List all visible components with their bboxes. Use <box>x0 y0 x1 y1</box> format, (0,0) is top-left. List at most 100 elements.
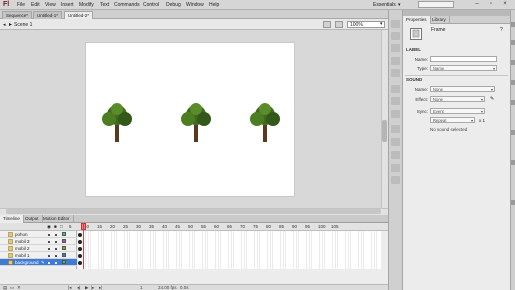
tab-untitled-1[interactable]: Untitled-1* <box>33 11 63 19</box>
edit-scene-icon[interactable] <box>323 21 331 28</box>
menu-help[interactable]: Help <box>209 2 219 8</box>
layer-color-swatch[interactable] <box>62 260 66 264</box>
edit-envelope-icon[interactable]: ✎ <box>490 96 494 102</box>
layer-color-swatch[interactable] <box>62 239 66 243</box>
panel-icon[interactable] <box>511 80 515 85</box>
first-frame-icon[interactable]: |◂ <box>68 285 71 290</box>
tab-untitled-2[interactable]: Untitled-2* <box>64 11 94 19</box>
zoom-dropdown-icon[interactable]: ▾ <box>380 21 383 27</box>
label-type-select[interactable]: Name ▾ <box>430 65 497 71</box>
panel-icon[interactable] <box>511 22 515 27</box>
repeat-count[interactable]: x 1 <box>479 118 485 123</box>
stage-vertical-scroll-thumb[interactable] <box>382 120 387 142</box>
tree-2[interactable] <box>179 101 213 143</box>
tool-icon[interactable] <box>391 32 400 40</box>
menu-file[interactable]: File <box>17 2 25 8</box>
frame-grid[interactable] <box>78 231 381 269</box>
tool-icon[interactable] <box>391 44 400 52</box>
tab-sequence[interactable]: Sequence* <box>2 11 33 19</box>
scene-name[interactable]: Scene 1 <box>14 22 32 28</box>
visibility-dot[interactable] <box>48 241 50 243</box>
menu-text[interactable]: Text <box>100 2 109 8</box>
effect-select[interactable]: None ▾ <box>430 96 485 102</box>
keyframe-pohon[interactable] <box>78 233 82 237</box>
stage-horizontal-scroll-thumb[interactable] <box>6 209 381 214</box>
keyframe-mobil-1[interactable] <box>78 254 82 258</box>
menu-edit[interactable]: Edit <box>31 2 40 8</box>
tab-motion-editor[interactable]: Motion Editor <box>40 215 74 223</box>
tool-icon[interactable] <box>391 164 400 172</box>
maximize-icon[interactable]: ▫ <box>485 1 497 8</box>
lock-icon[interactable]: ■ <box>54 224 57 229</box>
outline-icon[interactable]: □ <box>60 224 63 229</box>
minimize-icon[interactable]: – <box>471 1 483 8</box>
sync-select[interactable]: Event ▾ <box>430 108 485 114</box>
visibility-dot[interactable] <box>48 262 50 264</box>
tab-library[interactable]: Library <box>429 16 450 24</box>
tool-icon[interactable] <box>391 138 400 146</box>
layer-color-swatch[interactable] <box>62 253 66 257</box>
panel-icon[interactable] <box>511 60 515 65</box>
tool-icon[interactable] <box>391 110 400 118</box>
tool-icon[interactable] <box>391 125 400 133</box>
frame-name-input[interactable] <box>430 56 497 62</box>
last-frame-icon[interactable]: ▸| <box>99 285 102 290</box>
keyframe-background[interactable] <box>78 261 82 265</box>
stage-vertical-scrollbar[interactable] <box>381 30 388 208</box>
tool-icon[interactable] <box>391 20 400 28</box>
play-icon[interactable]: ▶ <box>85 285 88 290</box>
panel-icon[interactable] <box>511 160 515 165</box>
help-icon[interactable]: ? <box>500 27 503 33</box>
menu-view[interactable]: View <box>45 2 56 8</box>
tool-icon[interactable] <box>391 85 400 93</box>
layer-color-swatch[interactable] <box>62 232 66 236</box>
workspace-switcher[interactable]: Essentials <box>373 2 396 8</box>
workspace-dropdown-icon[interactable]: ▾ <box>398 2 401 8</box>
sound-name-select[interactable]: None ▾ <box>430 86 495 92</box>
menu-window[interactable]: Window <box>186 2 204 8</box>
section-sound-header[interactable]: SOUND <box>406 77 422 82</box>
layer-mobil-2[interactable]: mobil 2 <box>0 245 77 252</box>
keyframe-mobil-3[interactable] <box>78 240 82 244</box>
menu-control[interactable]: Control <box>143 2 159 8</box>
panel-icon[interactable] <box>511 40 515 45</box>
lock-dot[interactable] <box>55 248 57 250</box>
menu-modify[interactable]: Modify <box>79 2 94 8</box>
new-folder-icon[interactable]: ▭ <box>10 285 14 290</box>
tab-properties[interactable]: Properties <box>403 16 431 24</box>
tool-icon[interactable] <box>391 69 400 77</box>
back-arrow-icon[interactable]: ◂ <box>3 22 6 28</box>
repeat-select[interactable]: Repeat ▾ <box>430 117 475 123</box>
panel-icon[interactable] <box>511 100 515 105</box>
visibility-dot[interactable] <box>48 234 50 236</box>
visibility-dot[interactable] <box>48 248 50 250</box>
timeline-ruler[interactable] <box>0 223 388 231</box>
section-label-header[interactable]: LABEL <box>406 47 421 52</box>
visibility-dot[interactable] <box>48 255 50 257</box>
edit-symbols-icon[interactable] <box>335 21 343 28</box>
layer-mobil-3[interactable]: mobil 3 <box>0 238 77 245</box>
frame-rate[interactable]: 24.00 fps <box>158 285 177 290</box>
stage[interactable] <box>86 43 294 196</box>
tab-timeline[interactable]: Timeline <box>0 215 24 223</box>
lock-dot[interactable] <box>55 234 57 236</box>
keyframe-mobil-2[interactable] <box>78 247 82 251</box>
layer-color-swatch[interactable] <box>62 246 66 250</box>
lock-dot[interactable] <box>55 262 57 264</box>
menu-insert[interactable]: Insert <box>61 2 74 8</box>
eye-icon[interactable]: ◉ <box>47 224 51 230</box>
tool-icon[interactable] <box>391 57 400 65</box>
menu-debug[interactable]: Debug <box>166 2 181 8</box>
panel-icon[interactable] <box>511 200 515 205</box>
lock-dot[interactable] <box>55 241 57 243</box>
tree-1[interactable] <box>100 101 134 143</box>
tool-icon[interactable] <box>391 97 400 105</box>
search-input[interactable] <box>418 1 454 8</box>
tool-icon[interactable] <box>391 151 400 159</box>
panel-icon[interactable] <box>511 130 515 135</box>
lock-dot[interactable] <box>55 255 57 257</box>
new-layer-icon[interactable]: ▤ <box>3 285 7 290</box>
tool-icon[interactable] <box>391 176 400 184</box>
delete-layer-icon[interactable]: ✕ <box>17 285 21 290</box>
tree-3[interactable] <box>248 101 282 143</box>
